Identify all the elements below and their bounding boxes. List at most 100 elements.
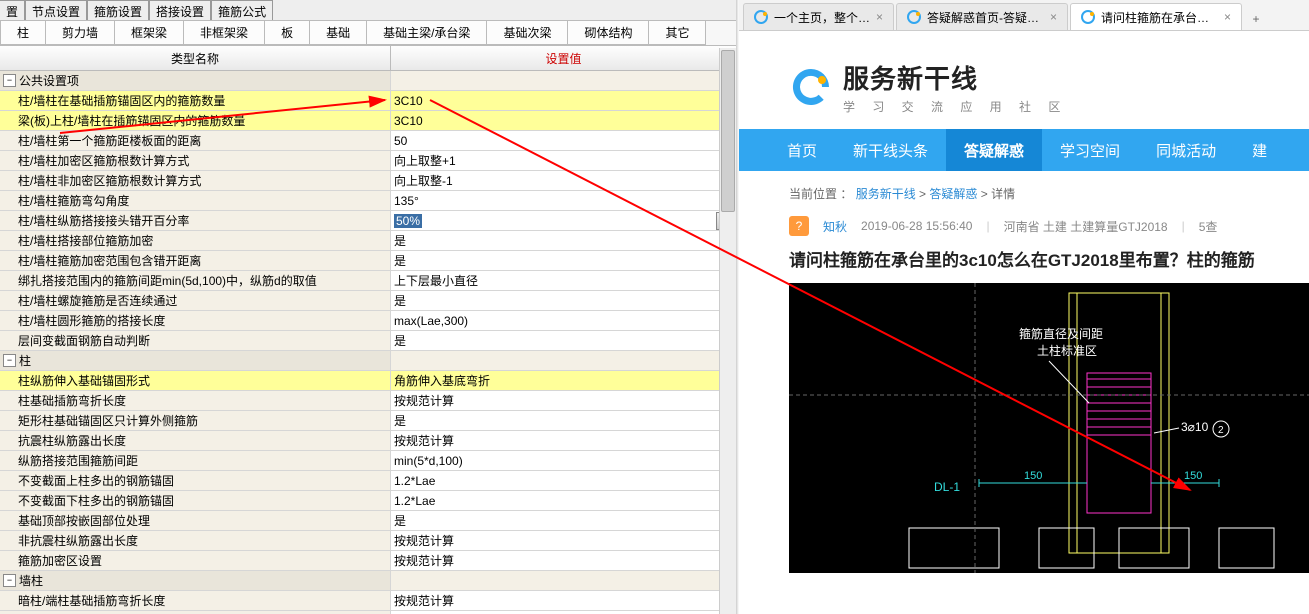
setting-row[interactable]: 柱基础插筋弯折长度 按规范计算 — [0, 391, 736, 411]
sub-tab[interactable]: 基础次梁 — [487, 21, 568, 45]
setting-value[interactable]: 50% — [391, 211, 736, 230]
setting-row[interactable]: 梁(板)上柱/墙柱在插筋锚固区内的箍筋数量 3C10 — [0, 111, 736, 131]
breadcrumb-item[interactable]: 服务新干线 — [856, 187, 916, 201]
setting-row[interactable]: 柱/墙柱第一个箍筋距楼板面的距离 50 — [0, 131, 736, 151]
setting-row[interactable]: 基础顶部按嵌固部位处理是 — [0, 511, 736, 531]
setting-value[interactable]: 是 — [391, 511, 736, 530]
setting-value[interactable]: 1.2*Lae — [391, 471, 736, 490]
breadcrumb-item[interactable]: 答疑解惑 — [929, 187, 977, 201]
tab-label: 一个主页，整个… — [774, 9, 870, 26]
setting-name: 柱/墙柱第一个箍筋距楼板面的距离 — [18, 132, 201, 149]
setting-row[interactable]: 暗柱/端柱基础插筋弯折长度按规范计算 — [0, 591, 736, 611]
top-tab[interactable]: 搭接设置 — [149, 0, 211, 20]
setting-row[interactable]: 箍筋加密区设置按规范计算 — [0, 551, 736, 571]
setting-value[interactable]: 按规范计算 — [391, 531, 736, 550]
favicon-icon — [754, 10, 768, 24]
setting-value[interactable]: 3C10 — [391, 111, 736, 130]
tree-toggle[interactable]: − — [3, 74, 16, 87]
top-tab[interactable]: 箍筋设置 — [87, 0, 149, 20]
setting-row[interactable]: 柱/墙柱箍筋加密范围包含错开距离 是 — [0, 251, 736, 271]
setting-row[interactable]: 柱/墙柱圆形箍筋的搭接长度max(Lae,300) — [0, 311, 736, 331]
sub-tab[interactable]: 板 — [265, 21, 310, 45]
setting-row[interactable]: 柱/墙柱箍筋弯勾角度 135° — [0, 191, 736, 211]
nav-item[interactable]: 同城活动 — [1138, 129, 1234, 171]
tree-toggle[interactable]: − — [3, 354, 16, 367]
sub-tab[interactable]: 框架梁 — [115, 21, 184, 45]
svg-text:DL-1: DL-1 — [934, 480, 960, 494]
setting-value[interactable]: 向上取整+1 — [391, 151, 736, 170]
post-location: 河南省 土建 土建算量GTJ2018 — [1004, 218, 1168, 235]
setting-row[interactable]: 非抗震柱纵筋露出长度 按规范计算 — [0, 531, 736, 551]
setting-row[interactable]: 柱/墙柱螺旋箍筋是否连续通过是 — [0, 291, 736, 311]
setting-value[interactable]: 3C10 — [391, 91, 736, 110]
scrollbar[interactable] — [719, 48, 736, 614]
setting-value[interactable]: 按规范计算 — [391, 551, 736, 570]
new-tab-button[interactable]: + — [1244, 8, 1268, 30]
setting-value[interactable]: 是 — [391, 331, 736, 350]
sub-tab[interactable]: 柱 — [0, 21, 46, 45]
setting-row[interactable]: 柱/墙柱搭接部位箍筋加密是 — [0, 231, 736, 251]
col-header-name: 类型名称 — [0, 46, 391, 70]
breadcrumb-item: 详情 — [991, 187, 1015, 201]
sub-tab[interactable]: 基础 — [310, 21, 367, 45]
setting-row[interactable]: 柱/墙柱非加密区箍筋根数计算方式向上取整-1 — [0, 171, 736, 191]
nav-item[interactable]: 首页 — [769, 129, 835, 171]
setting-row[interactable]: 纵筋搭接范围箍筋间距 min(5*d,100) — [0, 451, 736, 471]
favicon-icon — [1081, 10, 1095, 24]
setting-row[interactable]: 不变截面下柱多出的钢筋锚固1.2*Lae — [0, 491, 736, 511]
sub-tab[interactable]: 非框架梁 — [184, 21, 265, 45]
browser-tab[interactable]: 一个主页，整个… × — [743, 3, 894, 30]
nav-item[interactable]: 建 — [1234, 129, 1285, 171]
setting-row[interactable]: 柱/墙柱纵筋搭接接头错开百分率50% — [0, 211, 736, 231]
setting-value[interactable]: 向上取整-1 — [391, 171, 736, 190]
setting-value[interactable]: 按规范计算 — [391, 431, 736, 450]
setting-value[interactable]: 135° — [391, 191, 736, 210]
setting-value[interactable]: 角筋伸入基底弯折 — [391, 371, 736, 390]
setting-value[interactable]: 是 — [391, 251, 736, 270]
setting-row[interactable]: 层间变截面钢筋自动判断是 — [0, 331, 736, 351]
setting-value[interactable]: min(5*d,100) — [391, 451, 736, 470]
nav-item[interactable]: 答疑解惑 — [946, 129, 1042, 171]
top-tab[interactable]: 置 — [0, 0, 25, 20]
setting-value[interactable]: max(Lae,300) — [391, 311, 736, 330]
setting-name: 柱/墙柱箍筋弯勾角度 — [18, 192, 129, 209]
brand-subtitle: 学 习 交 流 应 用 社 区 — [843, 98, 1067, 115]
setting-name: 柱基础插筋弯折长度 — [18, 392, 126, 409]
setting-name: 不变截面上柱多出的钢筋锚固 — [18, 472, 174, 489]
nav-item[interactable]: 学习空间 — [1042, 129, 1138, 171]
setting-value[interactable]: 是 — [391, 291, 736, 310]
author-name[interactable]: 知秋 — [823, 218, 847, 235]
setting-value[interactable]: 50 — [391, 131, 736, 150]
close-icon[interactable]: × — [1224, 10, 1231, 24]
sub-tab[interactable]: 其它 — [649, 21, 706, 45]
setting-value[interactable]: 1.2*Lae — [391, 491, 736, 510]
setting-row[interactable]: 柱/墙柱加密区箍筋根数计算方式向上取整+1 — [0, 151, 736, 171]
setting-row[interactable]: 抗震柱纵筋露出长度按规范计算 — [0, 431, 736, 451]
setting-name: 柱/墙柱箍筋加密范围包含错开距离 — [18, 252, 201, 269]
sub-tab[interactable]: 砌体结构 — [568, 21, 649, 45]
setting-row[interactable]: 矩形柱基础锚固区只计算外侧箍筋是 — [0, 411, 736, 431]
setting-name: 梁(板)上柱/墙柱在插筋锚固区内的箍筋数量 — [18, 112, 245, 129]
top-tab[interactable]: 节点设置 — [25, 0, 87, 20]
nav-item[interactable]: 新干线头条 — [835, 129, 946, 171]
browser-tab[interactable]: 请问柱箍筋在承台里的3c…× — [1070, 3, 1242, 30]
setting-name: 非抗震柱纵筋露出长度 — [18, 532, 138, 549]
setting-value[interactable]: 是 — [391, 231, 736, 250]
setting-row[interactable]: 柱纵筋伸入基础锚固形式角筋伸入基底弯折 — [0, 371, 736, 391]
setting-row[interactable]: 绑扎搭接范围内的箍筋间距min(5d,100)中，纵筋d的取值上下层最小直径 — [0, 271, 736, 291]
setting-value[interactable]: 是 — [391, 411, 736, 430]
setting-row[interactable]: 不变截面上柱多出的钢筋锚固 1.2*Lae — [0, 471, 736, 491]
browser-tab[interactable]: 答疑解惑首页-答疑解惑…× — [896, 3, 1068, 30]
setting-value[interactable]: 按规范计算 — [391, 391, 736, 410]
close-icon[interactable]: × — [876, 10, 883, 24]
tree-toggle[interactable]: − — [3, 574, 16, 587]
setting-value[interactable]: 上下层最小直径 — [391, 271, 736, 290]
sub-tab[interactable]: 剪力墙 — [46, 21, 115, 45]
setting-value[interactable]: 按规范计算 — [391, 591, 736, 610]
svg-text:土柱标准区: 土柱标准区 — [1037, 343, 1097, 358]
sub-tab[interactable]: 基础主梁/承台梁 — [367, 21, 487, 45]
close-icon[interactable]: × — [1050, 10, 1057, 24]
top-tab[interactable]: 箍筋公式 — [211, 0, 273, 20]
setting-row[interactable]: 柱/墙柱在基础插筋锚固区内的箍筋数量3C10 — [0, 91, 736, 111]
setting-name: 纵筋搭接范围箍筋间距 — [18, 452, 138, 469]
